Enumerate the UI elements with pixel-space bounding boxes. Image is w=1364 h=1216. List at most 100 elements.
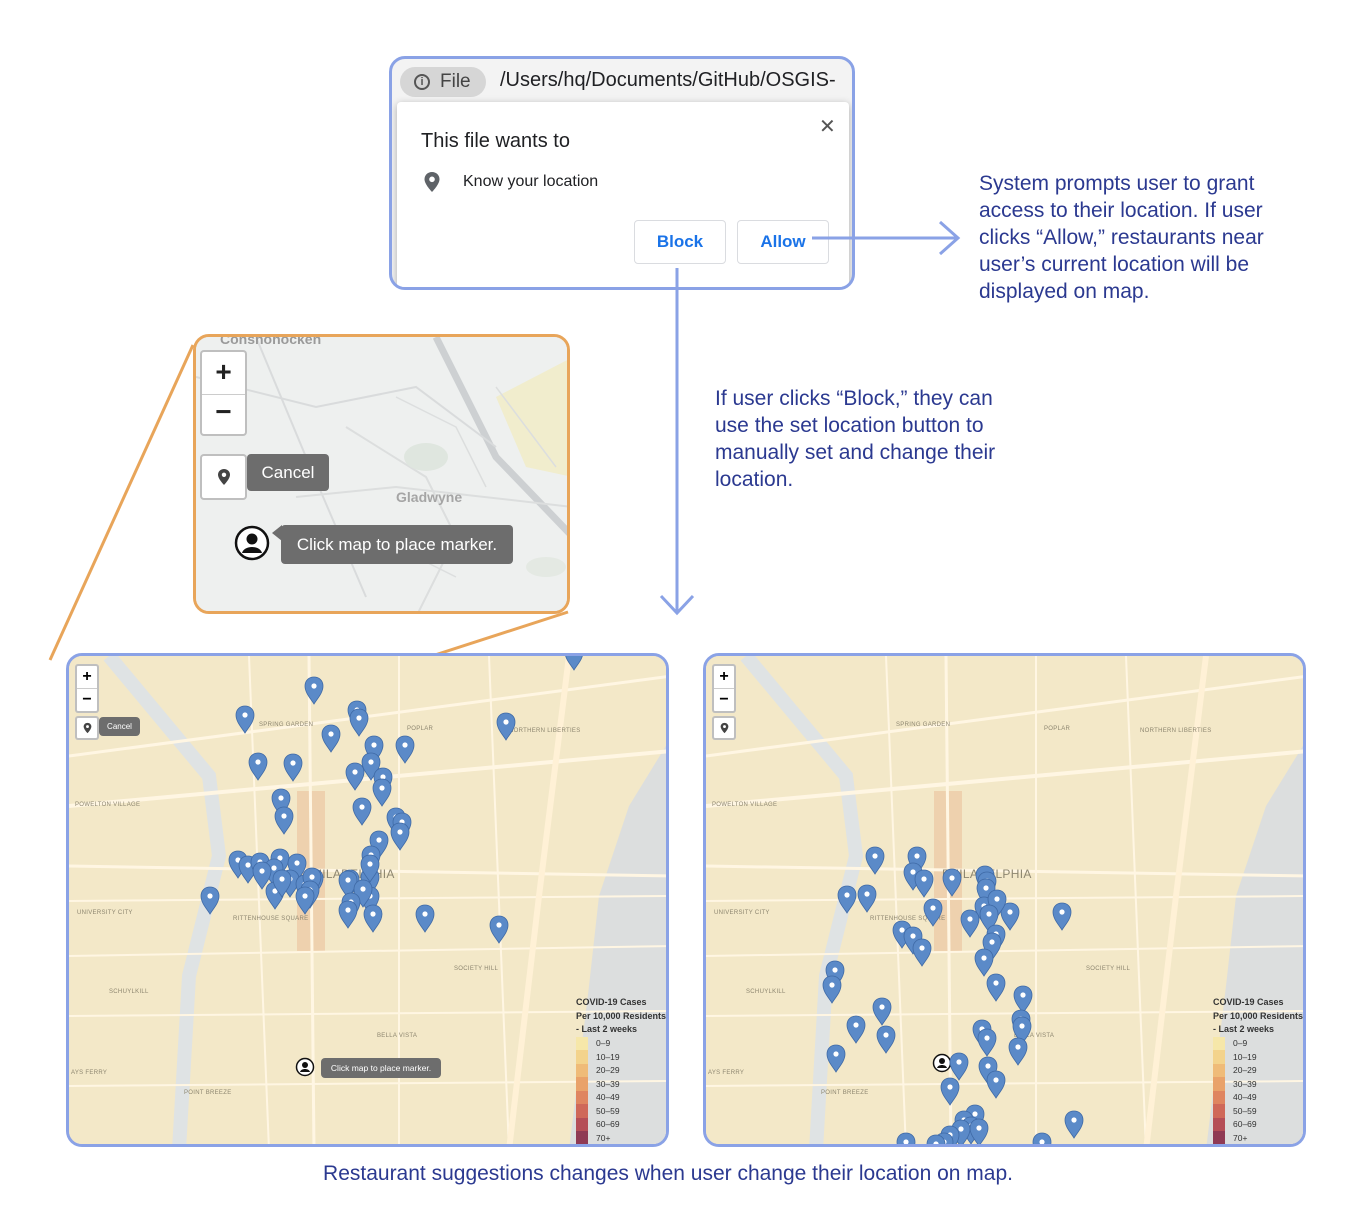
restaurant-marker-icon[interactable] [837,885,857,914]
restaurant-marker-icon[interactable] [942,868,962,897]
covid-legend: COVID-19 Cases Per 10,000 Residents - La… [1213,996,1304,1144]
restaurant-marker-icon[interactable] [321,724,341,753]
legend-label: 20–29 [596,1065,620,1076]
restaurant-marker-icon[interactable] [363,904,383,933]
legend-label: 10–19 [1233,1051,1257,1062]
user-location-icon [234,525,270,561]
legend-label: 60–69 [1233,1119,1257,1130]
restaurant-marker-icon[interactable] [912,938,932,967]
restaurant-marker-icon[interactable] [395,735,415,764]
restaurant-marker-icon[interactable] [345,762,365,791]
restaurant-marker-icon[interactable] [274,806,294,835]
restaurant-marker-icon[interactable] [200,886,220,915]
zoom-control: + − [200,350,247,436]
restaurant-marker-icon[interactable] [923,898,943,927]
cancel-button[interactable]: Cancel [247,454,329,491]
restaurant-marker-icon[interactable] [390,822,410,851]
zoom-out-button[interactable]: − [202,394,245,434]
figure-caption: Restaurant suggestions changes when user… [323,1162,1013,1185]
legend-item: 50–59 [576,1104,666,1118]
legend-item: 30–39 [1213,1077,1303,1091]
map-left[interactable]: SPRING GARDEN POPLAR NORTHERN LIBERTIES … [66,653,669,1147]
legend-item: 40–49 [1213,1090,1303,1104]
legend-item: 0–9 [576,1036,666,1050]
restaurant-marker-icon[interactable] [1008,1037,1028,1066]
covid-legend: COVID-19 Cases Per 10,000 Residents - La… [576,996,667,1144]
restaurant-marker-icon[interactable] [304,676,324,705]
legend-label: 30–39 [1233,1078,1257,1089]
restaurant-marker-icon[interactable] [1013,985,1033,1014]
restaurant-marker-icon[interactable] [914,869,934,898]
restaurant-marker-icon[interactable] [338,900,358,929]
legend-title: COVID-19 Cases [576,997,647,1007]
restaurant-marker-icon[interactable] [986,1070,1006,1099]
legend-swatch [576,1077,588,1091]
legend-title: COVID-19 Cases [1213,997,1284,1007]
legend-item: 40–49 [576,1090,666,1104]
restaurant-marker-icon[interactable] [826,1044,846,1073]
restaurant-marker-icon[interactable] [857,884,877,913]
restaurant-marker-icon[interactable] [565,656,583,671]
legend-item: 70+ [576,1131,666,1144]
restaurant-marker-icon[interactable] [986,973,1006,1002]
legend-rows: 0–9 10–19 20–29 30–39 40–49 50–59 60–69 70+ [576,1036,666,1144]
legend-swatch [576,1063,588,1077]
restaurant-marker-icon[interactable] [974,948,994,977]
legend-item: 0–9 [1213,1036,1303,1050]
restaurant-marker-icon[interactable] [489,915,509,944]
legend-item: 60–69 [1213,1117,1303,1131]
restaurant-marker-icon[interactable] [949,1052,969,1081]
legend-item: 60–69 [576,1117,666,1131]
legend-label: 20–29 [1233,1065,1257,1076]
restaurant-marker-icon[interactable] [1052,902,1072,931]
legend-label: 40–49 [1233,1092,1257,1103]
legend-label: 10–19 [596,1051,620,1062]
set-location-button[interactable] [200,454,247,500]
legend-item: 20–29 [576,1063,666,1077]
restaurant-marker-icon[interactable] [822,975,842,1004]
restaurant-marker-icon[interactable] [876,1025,896,1054]
legend-swatch [576,1117,588,1131]
legend-title: Per 10,000 Residents [576,1010,667,1021]
legend-rows: 0–9 10–19 20–29 30–39 40–49 50–59 60–69 70+ [1213,1036,1303,1144]
block-annotation: If user clicks “Block,” they can use the… [715,387,996,491]
restaurant-marker-icon[interactable] [248,752,268,781]
restaurant-marker-icon[interactable] [352,797,372,826]
restaurant-marker-icon[interactable] [960,909,980,938]
restaurant-marker-icon[interactable] [295,886,315,915]
restaurant-marker-icon[interactable] [872,997,892,1026]
legend-title: Per 10,000 Residents [1213,1010,1304,1021]
restaurant-marker-icon[interactable] [977,1028,997,1057]
legend-item: 50–59 [1213,1104,1303,1118]
legend-label: 40–49 [596,1092,620,1103]
restaurant-marker-icon[interactable] [372,778,392,807]
zoom-in-button[interactable]: + [202,354,245,395]
legend-swatch [576,1036,588,1050]
allow-annotation: System prompts user to grant access to t… [979,172,1264,303]
restaurant-marker-icon[interactable] [1064,1110,1084,1139]
legend-item: 20–29 [1213,1063,1303,1077]
zoom-inset: Conshohocken Gladwyne + − Cancel Click m… [193,334,570,614]
legend-swatch [576,1104,588,1118]
legend-swatch [1213,1063,1225,1077]
legend-title: - Last 2 weeks [1213,1024,1275,1034]
restaurant-marker-icon[interactable] [349,708,369,737]
legend-label: 30–39 [596,1078,620,1089]
restaurant-marker-icon[interactable] [1032,1132,1052,1147]
restaurant-marker-icon[interactable] [940,1077,960,1106]
map-right[interactable]: SPRING GARDEN POPLAR NORTHERN LIBERTIES … [703,653,1306,1147]
restaurant-marker-icon[interactable] [415,904,435,933]
legend-item: 10–19 [576,1050,666,1064]
restaurant-marker-icon[interactable] [846,1015,866,1044]
legend-swatch [1213,1077,1225,1091]
legend-label: 70+ [596,1132,611,1143]
restaurant-marker-icon[interactable] [496,712,516,741]
legend-item: 70+ [1213,1131,1303,1144]
restaurant-marker-icon[interactable] [865,846,885,875]
legend-swatch [1213,1131,1225,1144]
legend-title: - Last 2 weeks [576,1024,638,1034]
legend-swatch [1213,1104,1225,1118]
restaurant-marker-icon[interactable] [896,1132,916,1147]
restaurant-marker-icon[interactable] [235,705,255,734]
restaurant-marker-icon[interactable] [283,753,303,782]
